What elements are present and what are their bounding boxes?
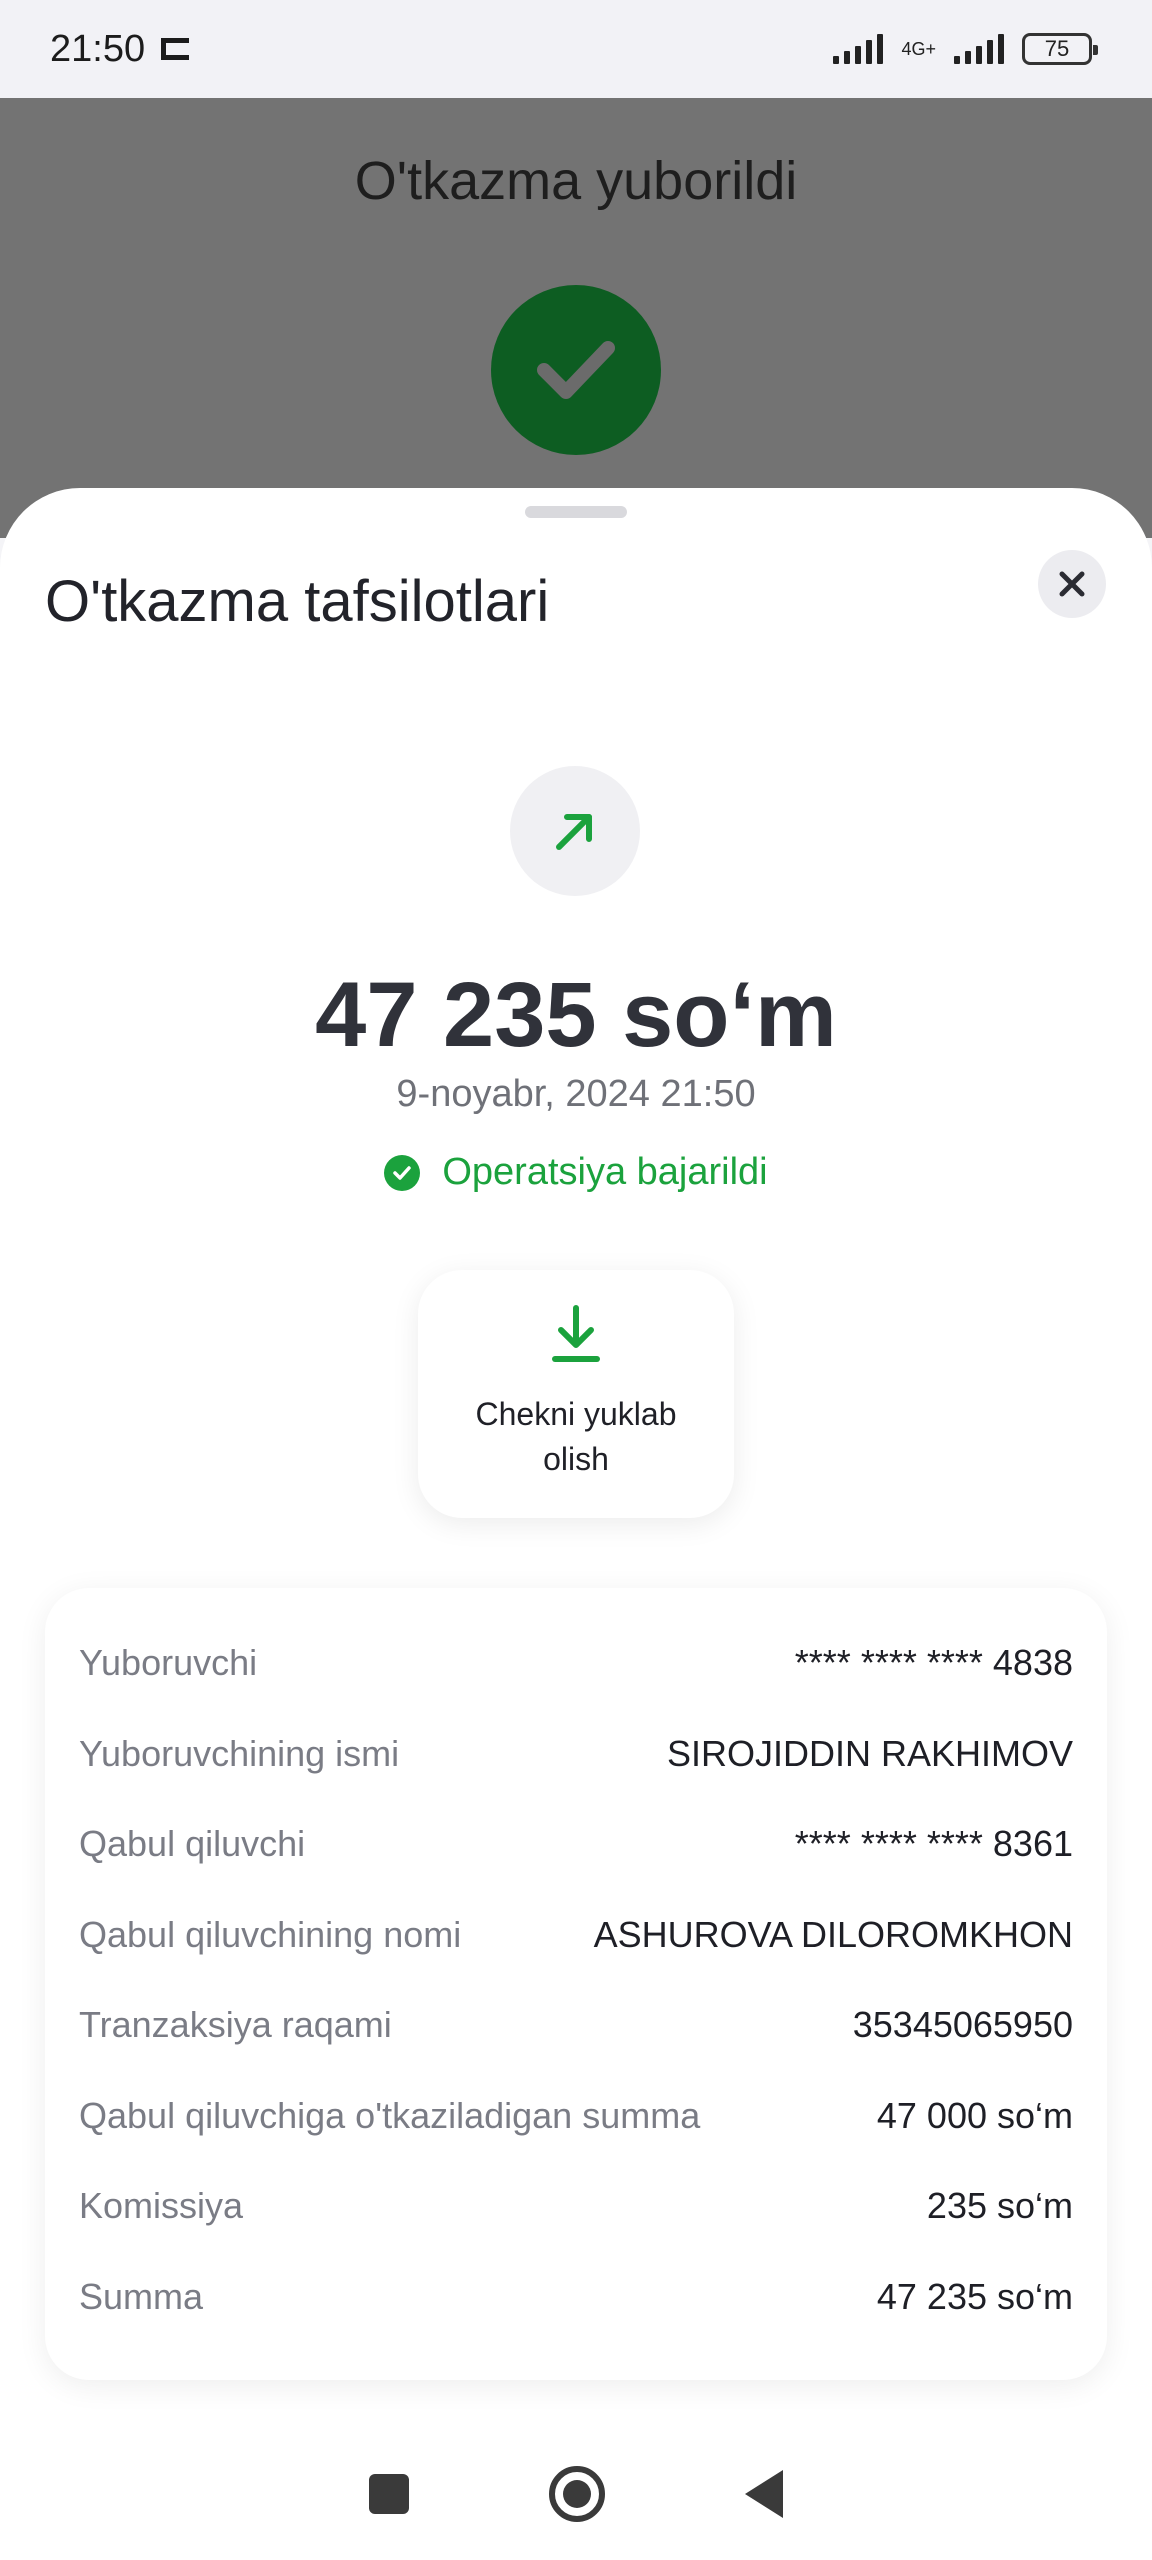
home-button[interactable] — [549, 2466, 605, 2522]
download-receipt-label: Chekni yuklab olish — [475, 1396, 677, 1477]
detail-value[interactable]: 35345065950 — [853, 2004, 1073, 2046]
arrow-up-right-icon — [556, 814, 592, 850]
detail-row-commission: Komissiya 235 so‘m — [79, 2161, 1073, 2252]
detail-label: Qabul qiluvchining nomi — [79, 1913, 462, 1955]
detail-row-total: Summa 47 235 so‘m — [79, 2252, 1073, 2343]
status-row: Operatsiya bajarildi — [0, 1151, 1152, 1194]
detail-value: **** **** **** 8361 — [794, 1823, 1073, 1865]
detail-value: 235 so‘m — [926, 2185, 1073, 2227]
signal-icon-2 — [954, 34, 1004, 64]
battery-icon: 75 — [1022, 33, 1098, 65]
detail-value: 47 235 so‘m — [876, 2275, 1073, 2317]
success-title: O'tkazma yuborildi — [354, 151, 798, 211]
home-icon — [563, 2480, 591, 2508]
detail-label: Yuboruvchi — [79, 1642, 258, 1684]
detail-value: 47 000 so‘m — [876, 2094, 1073, 2136]
recent-apps-button[interactable] — [369, 2474, 409, 2514]
status-text: Operatsiya bajarildi — [442, 1151, 768, 1193]
battery-level: 75 — [1044, 36, 1070, 61]
detail-value: SIROJIDDIN RAKHIMOV — [666, 1732, 1073, 1774]
sheet-title: O'tkazma tafsilotlari — [45, 569, 550, 634]
detail-label: Tranzaksiya raqami — [79, 2004, 392, 2046]
download-icon — [552, 1305, 600, 1362]
detail-row-receiver-amount: Qabul qiluvchiga o'tkaziladigan summa 47… — [79, 2071, 1073, 2162]
detail-row-sender: Yuboruvchi **** **** **** 4838 — [79, 1618, 1073, 1709]
success-check-icon — [384, 1154, 421, 1191]
transfer-type-badge — [510, 766, 640, 896]
detail-row-receiver: Qabul qiluvchi **** **** **** 8361 — [79, 1799, 1073, 1890]
network-label: 4G+ — [901, 39, 936, 59]
transfer-datetime: 9-noyabr, 2024 21:50 — [396, 1073, 756, 1115]
details-sheet: O'tkazma tafsilotlari 47 235 so‘m 9-noya… — [0, 488, 1152, 2428]
detail-label: Summa — [79, 2275, 204, 2317]
screen-record-icon — [161, 38, 190, 60]
detail-row-receiver-name: Qabul qiluvchining nomi ASHUROVA DILOROM… — [79, 1890, 1073, 1981]
checkmark-icon — [491, 285, 661, 455]
detail-label: Yuboruvchining ismi — [79, 1732, 400, 1774]
close-button[interactable] — [1038, 550, 1106, 618]
status-time-group: 21:50 — [50, 27, 190, 71]
signal-icon — [833, 34, 884, 64]
detail-row-sender-name: Yuboruvchining ismi SIROJIDDIN RAKHIMOV — [79, 1709, 1073, 1800]
detail-label: Komissiya — [79, 2185, 244, 2227]
detail-label: Qabul qiluvchi — [79, 1823, 306, 1865]
download-receipt-button[interactable]: Chekni yuklab olish — [418, 1270, 734, 1518]
network-type: 4G+ — [901, 40, 936, 58]
back-button[interactable] — [745, 2470, 783, 2518]
detail-value: ASHUROVA DILOROMKHON — [593, 1913, 1073, 1955]
detail-label: Qabul qiluvchiga o'tkaziladigan summa — [79, 2094, 701, 2136]
status-bar: 21:50 4G+ 75 — [0, 0, 1152, 98]
sheet-drag-handle[interactable] — [525, 506, 627, 518]
backdrop[interactable]: O'tkazma yuborildi — [0, 98, 1152, 538]
status-time: 21:50 — [50, 27, 146, 70]
transfer-amount: 47 235 so‘m — [315, 964, 837, 1066]
status-icons: 4G+ 75 — [833, 33, 1098, 65]
detail-row-transaction-id: Tranzaksiya raqami 35345065950 — [79, 1980, 1073, 2071]
system-nav-bar — [0, 2428, 1152, 2560]
close-icon — [1059, 571, 1085, 597]
detail-value: **** **** **** 4838 — [794, 1642, 1073, 1684]
details-card: Yuboruvchi **** **** **** 4838 Yuboruvch… — [45, 1588, 1107, 2380]
